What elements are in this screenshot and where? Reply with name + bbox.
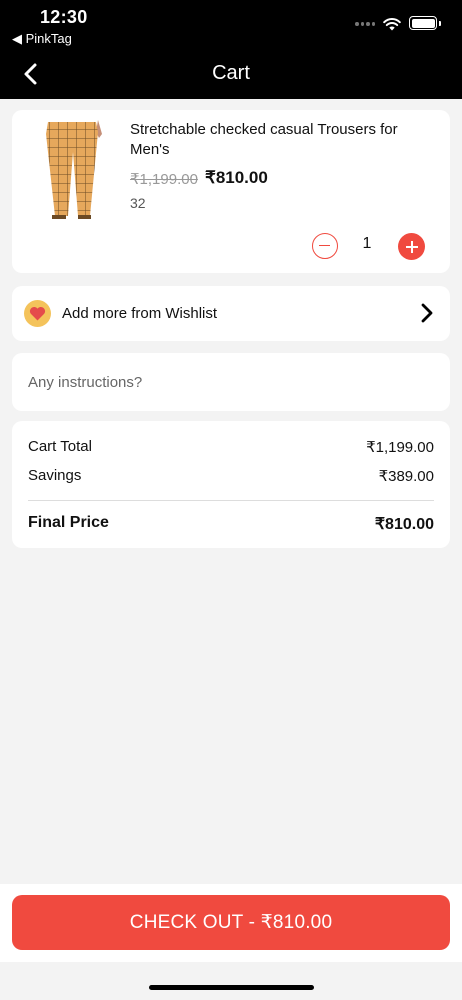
sale-price: ₹810.00 <box>205 168 268 187</box>
chevron-right-icon <box>421 303 433 323</box>
original-price: ₹1,199.00 <box>130 171 198 188</box>
checkout-button[interactable]: CHECK OUT - ₹810.00 <box>12 895 450 950</box>
savings-label: Savings <box>28 467 82 484</box>
home-indicator[interactable] <box>149 985 314 990</box>
price-summary: Cart Total ₹1,199.00 Savings ₹389.00 Fin… <box>12 421 450 548</box>
savings-value: ₹389.00 <box>378 468 434 485</box>
add-from-wishlist-row[interactable]: Add more from Wishlist <box>12 286 450 341</box>
battery-icon <box>409 16 441 30</box>
final-price-label: Final Price <box>28 514 109 531</box>
savings-row: Savings ₹389.00 <box>28 467 434 485</box>
product-size: 32 <box>130 195 146 211</box>
cart-total-row: Cart Total ₹1,199.00 <box>28 438 434 456</box>
checkout-panel: CHECK OUT - ₹810.00 <box>0 884 462 962</box>
signal-dots-icon <box>355 22 375 28</box>
product-name[interactable]: Stretchable checked casual Trousers for … <box>130 120 420 160</box>
decrease-quantity-button[interactable] <box>312 233 338 259</box>
divider <box>28 500 434 501</box>
heart-icon <box>24 300 51 327</box>
page-title: Cart <box>212 62 250 84</box>
instructions-input[interactable] <box>20 363 440 401</box>
cart-total-label: Cart Total <box>28 438 92 455</box>
back-to-app-link[interactable]: ◀ PinkTag <box>12 31 72 47</box>
cart-item-card: Stretchable checked casual Trousers for … <box>12 110 450 273</box>
final-price-value: ₹810.00 <box>374 516 434 533</box>
wishlist-label: Add more from Wishlist <box>62 305 218 322</box>
instructions-card <box>12 353 450 411</box>
status-time: 12:30 <box>40 7 88 27</box>
quantity-value: 1 <box>362 235 372 252</box>
nav-bar: Cart <box>0 50 462 99</box>
status-bar: 12:30 ◀ PinkTag <box>0 0 462 50</box>
cart-total-value: ₹1,199.00 <box>366 439 434 456</box>
product-image[interactable] <box>40 120 110 220</box>
increase-quantity-button[interactable] <box>398 233 425 260</box>
wifi-icon <box>383 18 401 31</box>
final-price-row: Final Price ₹810.00 <box>28 514 434 534</box>
